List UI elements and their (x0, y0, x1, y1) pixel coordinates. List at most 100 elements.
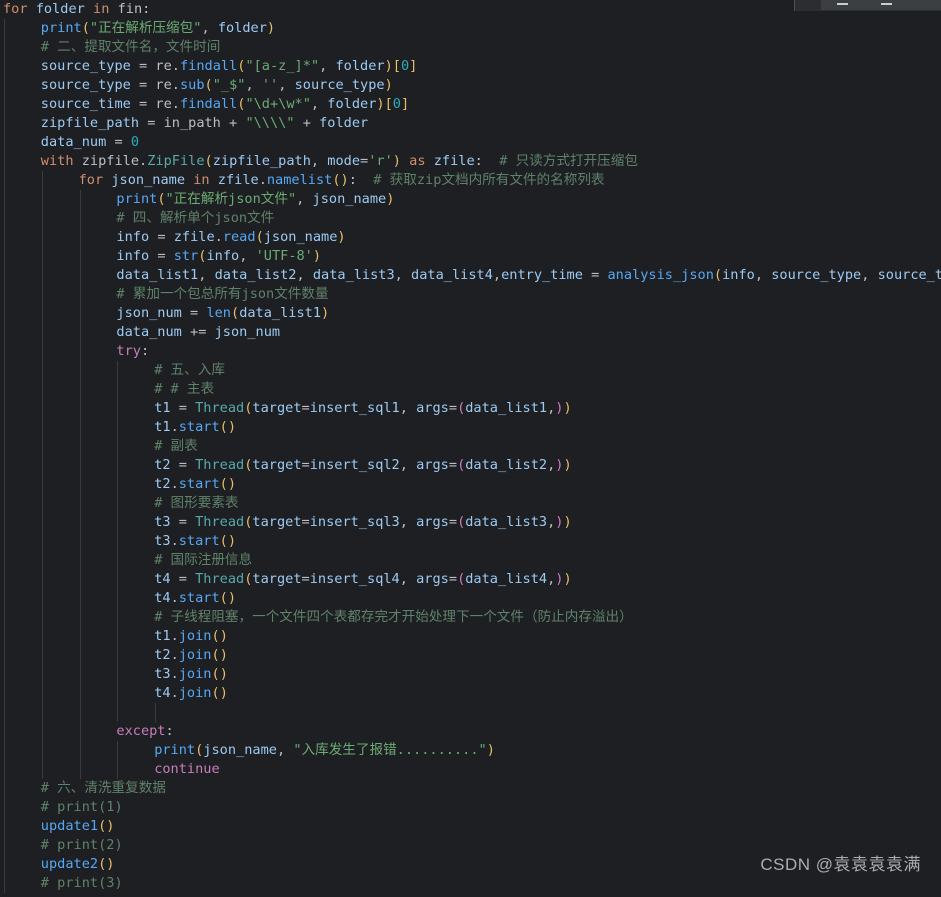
code-line[interactable]: # 副表 (0, 437, 941, 456)
csdn-watermark: CSDN @袁袁袁袁满 (760, 855, 921, 874)
code-line[interactable]: info = zfile.read(json_name) (0, 228, 941, 247)
code-line[interactable]: # 图形要素表 (0, 494, 941, 513)
code-token: . (170, 685, 179, 701)
code-token: t4 (154, 571, 171, 587)
code-token: insert_sql4 (309, 571, 400, 587)
code-token: t1 (154, 400, 171, 416)
code-token: source_type (294, 77, 385, 93)
code-token: ) (227, 419, 237, 435)
code-token: = (301, 514, 310, 530)
code-line[interactable]: # 五、入库 (0, 361, 941, 380)
code-token: continue (154, 761, 220, 777)
code-line[interactable]: t4.join() (0, 684, 941, 703)
code-token: source_type (40, 58, 131, 74)
code-line[interactable]: # 累加一个包总所有json文件数量 (0, 285, 941, 304)
code-line[interactable]: # 四、解析单个json文件 (0, 209, 941, 228)
code-token: zipfile_path (212, 153, 311, 169)
code-line[interactable]: t2 = Thread(target=insert_sql2, args=(da… (0, 456, 941, 475)
code-line[interactable]: t2.join() (0, 646, 941, 665)
code-token: Thread (195, 514, 245, 530)
code-token: findall (179, 58, 238, 74)
code-line[interactable]: json_num = len(data_list1) (0, 304, 941, 323)
code-token: t3 (154, 666, 171, 682)
code-token: [ (392, 58, 401, 74)
code-token: = (139, 115, 164, 131)
code-token: . (139, 153, 148, 169)
code-line[interactable]: print("正在解析json文件", json_name) (0, 190, 941, 209)
code-line[interactable]: # print(1) (0, 798, 941, 817)
code-token: source_type (771, 267, 862, 283)
code-token: print (116, 191, 158, 207)
code-line[interactable]: t3.start() (0, 532, 941, 551)
code-token: , (296, 191, 313, 207)
code-token: zipfile_path (40, 115, 140, 131)
code-token: : (165, 723, 174, 739)
code-line[interactable]: # 二、提取文件名，文件时间 (0, 38, 941, 57)
code-token: : (474, 153, 483, 169)
code-line[interactable]: zipfile_path = in_path + "\\\\" + folder (0, 114, 941, 133)
code-line[interactable]: info = str(info, 'UTF-8') (0, 247, 941, 266)
code-line[interactable] (0, 703, 941, 722)
code-line[interactable]: print("正在解析压缩包", folder) (0, 19, 941, 38)
code-token: ( (211, 647, 220, 663)
code-token: join (178, 666, 212, 682)
code-line[interactable]: try: (0, 342, 941, 361)
code-line[interactable]: print(json_name, "入库发生了报错..........") (0, 741, 941, 760)
code-line[interactable]: for json_name in zfile.namelist(): # 获取z… (0, 171, 941, 190)
code-token: = (170, 514, 196, 530)
code-line[interactable]: source_type = re.findall("[a-z_]*", fold… (0, 57, 941, 76)
code-token: Thread (195, 571, 245, 587)
code-token: ( (219, 533, 228, 549)
code-line[interactable]: # print(3) (0, 874, 941, 893)
code-token: 'r' (368, 153, 393, 169)
code-line[interactable]: t1.start() (0, 418, 941, 437)
code-editor-area[interactable]: for folder in fin: print("正在解析压缩包", folde… (0, 0, 941, 897)
code-line[interactable]: t3.join() (0, 665, 941, 684)
code-token: ( (219, 590, 228, 606)
code-token: ) (106, 818, 115, 834)
code-line[interactable]: t1.join() (0, 627, 941, 646)
code-line[interactable]: continue (0, 760, 941, 779)
code-line[interactable]: data_num = 0 (0, 133, 941, 152)
code-token: for (3, 1, 28, 17)
code-token: , (278, 77, 295, 93)
code-line[interactable]: t4 = Thread(target=insert_sql4, args=(da… (0, 570, 941, 589)
code-token: . (170, 533, 179, 549)
code-line[interactable]: # # 主表 (0, 380, 941, 399)
code-line[interactable]: with zipfile.ZipFile(zipfile_path, mode=… (0, 152, 941, 171)
code-token: data_num (116, 324, 182, 340)
code-line[interactable]: t1 = Thread(target=insert_sql1, args=(da… (0, 399, 941, 418)
code-token: ) (219, 647, 228, 663)
code-line[interactable]: t3 = Thread(target=insert_sql3, args=(da… (0, 513, 941, 532)
code-token: insert_sql3 (309, 514, 400, 530)
code-line[interactable]: data_num += json_num (0, 323, 941, 342)
code-line[interactable]: # 国际注册信息 (0, 551, 941, 570)
code-token: data_list2 (214, 267, 297, 283)
code-token: ) (376, 96, 385, 112)
code-token: 0 (392, 96, 401, 112)
code-token: # 国际注册信息 (154, 552, 253, 568)
code-token: as (409, 153, 426, 169)
code-token: += (181, 324, 215, 340)
code-token: re (155, 77, 172, 93)
code-token: [ (384, 96, 393, 112)
code-token: len (206, 305, 231, 321)
code-line[interactable]: # 子线程阻塞，一个文件四个表都存完才开始处理下一个文件（防止内存溢出） (0, 608, 941, 627)
code-line[interactable]: update1() (0, 817, 941, 836)
maximize-button[interactable] (881, 3, 892, 5)
code-line[interactable]: t2.start() (0, 475, 941, 494)
code-token: zfile (217, 172, 259, 188)
minimize-button[interactable] (837, 3, 848, 5)
code-token: , (310, 153, 328, 169)
code-token: ( (219, 476, 228, 492)
code-line[interactable]: # 六、清洗重复数据 (0, 779, 941, 798)
code-line[interactable]: source_type = re.sub("_$", '', source_ty… (0, 76, 941, 95)
code-line[interactable]: data_list1, data_list2, data_list3, data… (0, 266, 941, 285)
code-token: ) (563, 457, 572, 473)
code-line[interactable]: except: (0, 722, 941, 741)
code-token: , (394, 267, 412, 283)
code-line[interactable]: source_time = re.findall("\d+\w*", folde… (0, 95, 941, 114)
code-line[interactable]: t4.start() (0, 589, 941, 608)
